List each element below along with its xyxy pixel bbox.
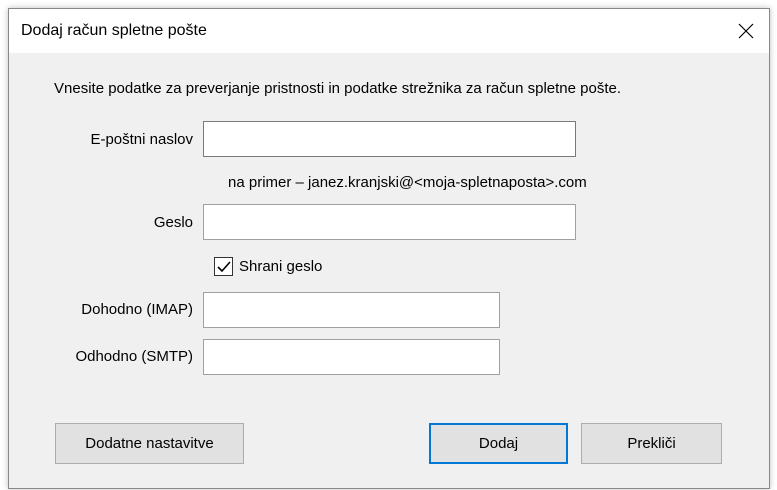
smtp-server-field[interactable]: [203, 339, 500, 375]
imap-server-field[interactable]: [203, 292, 500, 328]
instruction-text: Vnesite podatke za preverjanje pristnost…: [54, 80, 621, 97]
email-label: E-poštni naslov: [90, 131, 193, 148]
title-bar: Dodaj račun spletne pošte: [9, 9, 769, 53]
save-password-label[interactable]: Shrani geslo: [239, 258, 322, 275]
smtp-label: Odhodno (SMTP): [75, 348, 193, 365]
save-password-checkbox[interactable]: [214, 257, 233, 276]
add-webmail-account-dialog: Dodaj račun spletne pošte Vnesite podatk…: [8, 8, 770, 489]
password-field[interactable]: [203, 204, 576, 240]
checkmark-icon: [216, 260, 231, 272]
password-label: Geslo: [153, 214, 193, 231]
close-button[interactable]: [723, 9, 769, 53]
imap-label: Dohodno (IMAP): [81, 301, 193, 318]
close-icon: [738, 23, 754, 39]
advanced-settings-button[interactable]: Dodatne nastavitve: [55, 423, 244, 464]
email-hint: na primer – janez.kranjski@<moja-spletna…: [228, 174, 587, 191]
cancel-button[interactable]: Prekliči: [581, 423, 722, 464]
email-field[interactable]: [203, 121, 576, 157]
add-button[interactable]: Dodaj: [429, 423, 568, 464]
dialog-title: Dodaj račun spletne pošte: [21, 22, 207, 39]
